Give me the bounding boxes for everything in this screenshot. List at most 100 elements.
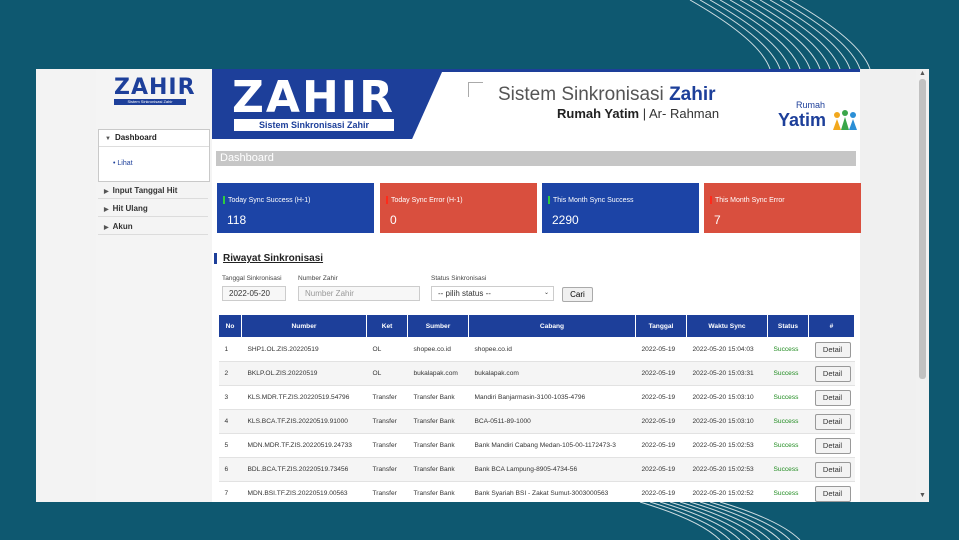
sidebar-item-input-tanggal-hit[interactable]: ▶ Input Tanggal Hit: [98, 183, 208, 199]
partner-logo-top: Rumah: [796, 100, 826, 110]
cell-cabang: Bank Mandiri Cabang Medan-105-00-1172473…: [468, 433, 636, 458]
banner-logo-panel: ZAHIR Sistem Sinkronisasi Zahir: [212, 72, 442, 139]
sync-history-table: No Number Ket Sumber Cabang Tanggal Wakt…: [218, 314, 855, 502]
detail-button[interactable]: Detail: [814, 437, 851, 454]
cell-action: Detail: [808, 385, 855, 410]
banner-title-plain: Sistem Sinkronisasi: [498, 84, 670, 105]
cell-tanggal: 2022-05-19: [635, 433, 687, 458]
status-select[interactable]: -- pilih status -- ⌄: [431, 286, 554, 301]
detail-button[interactable]: Detail: [814, 389, 851, 406]
sidebar-item-dashboard[interactable]: ▼ Dashboard: [99, 130, 209, 147]
card-value: 7: [714, 213, 721, 227]
card-value: 2290: [552, 213, 579, 227]
cell-sumber: Transfer Bank: [407, 409, 469, 434]
sidebar-item-label: Akun: [112, 222, 133, 231]
card-month-error: This Month Sync Error 7: [704, 183, 861, 233]
cell-status: Success: [767, 481, 809, 502]
banner-org-bold: Rumah Yatim: [557, 106, 640, 121]
caret-right-icon: ▶: [104, 225, 109, 231]
browser-window: ZAHIR Sistem Sinkronisasi Zahir ▼ Dashboa…: [36, 69, 929, 502]
card-label: This Month Sync Success: [553, 196, 634, 204]
cell-number: BKLP.OL.ZIS.20220519: [241, 361, 367, 386]
cell-status: Success: [767, 385, 809, 410]
table-header-row: No Number Ket Sumber Cabang Tanggal Wakt…: [218, 314, 855, 338]
col-status: Status: [767, 314, 809, 338]
card-today-success: Today Sync Success (H-1) 118: [217, 183, 374, 233]
cell-sumber: bukalapak.com: [407, 361, 469, 386]
col-waktu-sync: Waktu Sync: [686, 314, 768, 338]
cell-ket: OL: [366, 337, 408, 362]
cell-cabang: Mandiri Banjarmasin-3100-1035-4796: [468, 385, 636, 410]
card-value: 118: [227, 213, 247, 227]
cell-number: MDN.BSI.TF.ZIS.20220519.00563: [241, 481, 367, 502]
cell-status: Success: [767, 337, 809, 362]
cell-ket: Transfer: [366, 385, 408, 410]
scrollbar-thumb[interactable]: [919, 79, 926, 379]
cell-sumber: Transfer Bank: [407, 385, 469, 410]
scroll-down-icon[interactable]: ▼: [919, 492, 926, 499]
col-action: #: [808, 314, 855, 338]
date-label: Tanggal Sinkronisasi: [222, 275, 282, 282]
main-content: ZAHIR Sistem Sinkronisasi Zahir Sistem S…: [212, 69, 861, 502]
cell-waktu: 2022-05-20 15:03:10: [686, 385, 768, 410]
cell-status: Success: [767, 409, 809, 434]
sidebar-subitem-lihat[interactable]: • Lihat: [99, 147, 209, 181]
date-input[interactable]: 2022-05-20: [222, 286, 286, 301]
detail-button[interactable]: Detail: [814, 413, 851, 430]
detail-button[interactable]: Detail: [814, 485, 851, 502]
cell-tanggal: 2022-05-19: [635, 457, 687, 482]
cell-number: BDL.BCA.TF.ZIS.20220519.73456: [241, 457, 367, 482]
cell-status: Success: [767, 457, 809, 482]
cell-no: 2: [218, 361, 242, 386]
col-no: No: [218, 314, 242, 338]
sidebar-item-label: Input Tanggal Hit: [112, 186, 178, 195]
cell-action: Detail: [808, 433, 855, 458]
table-row: 2 BKLP.OL.ZIS.20220519 OL bukalapak.com buka…: [218, 361, 855, 386]
detail-button[interactable]: Detail: [814, 341, 851, 358]
card-value: 0: [390, 213, 397, 227]
cell-action: Detail: [808, 409, 855, 434]
cell-ket: Transfer: [366, 409, 408, 434]
banner-logo-title: ZAHIR: [232, 72, 396, 123]
chevron-down-icon: ⌄: [543, 290, 549, 296]
cell-tanggal: 2022-05-19: [635, 409, 687, 434]
number-label: Number Zahir: [298, 275, 338, 282]
cell-status: Success: [767, 361, 809, 386]
card-month-success: This Month Sync Success 2290: [542, 183, 699, 233]
cell-status: Success: [767, 433, 809, 458]
cell-waktu: 2022-05-20 15:03:10: [686, 409, 768, 434]
cell-no: 1: [218, 337, 242, 362]
cell-ket: Transfer: [366, 481, 408, 502]
page-scrollbar[interactable]: ▲ ▼: [916, 69, 929, 502]
cell-tanggal: 2022-05-19: [635, 337, 687, 362]
rumah-yatim-logo: Rumah Yatim: [778, 100, 858, 136]
card-label: This Month Sync Error: [715, 196, 785, 204]
caret-down-icon: ▼: [105, 136, 111, 142]
caret-right-icon: ▶: [104, 207, 109, 213]
red-indicator-icon: [386, 196, 388, 204]
sidebar-item-hit-ulang[interactable]: ▶ Hit Ulang: [98, 201, 208, 217]
sidebar-logo-title: ZAHIR: [114, 75, 196, 100]
cell-no: 6: [218, 457, 242, 482]
search-button[interactable]: Cari: [562, 287, 593, 302]
cell-ket: Transfer: [366, 433, 408, 458]
scroll-up-icon[interactable]: ▲: [919, 70, 926, 77]
sidebar-item-akun[interactable]: ▶ Akun: [98, 219, 208, 235]
card-label: Today Sync Success (H-1): [228, 196, 311, 204]
table-row: 1 SHP1.OL.ZIS.20220519 OL shopee.co.id shope…: [218, 337, 855, 362]
cell-waktu: 2022-05-20 15:04:03: [686, 337, 768, 362]
left-margin: [36, 69, 96, 502]
cell-tanggal: 2022-05-19: [635, 361, 687, 386]
table-row: 4 KLS.BCA.TF.ZIS.20220519.91000 Transfer Tr…: [218, 409, 855, 434]
detail-button[interactable]: Detail: [814, 365, 851, 382]
cell-sumber: Transfer Bank: [407, 457, 469, 482]
col-cabang: Cabang: [468, 314, 636, 338]
table-row: 6 BDL.BCA.TF.ZIS.20220519.73456 Transfer Tr…: [218, 457, 855, 482]
cell-sumber: Transfer Bank: [407, 481, 469, 502]
detail-button[interactable]: Detail: [814, 461, 851, 478]
sidebar-logo[interactable]: ZAHIR Sistem Sinkronisasi Zahir: [114, 75, 196, 105]
cell-waktu: 2022-05-20 15:02:53: [686, 433, 768, 458]
banner-org-rest: | Ar- Rahman: [639, 106, 720, 121]
banner-title-bold: Zahir: [669, 84, 716, 105]
number-input[interactable]: Number Zahir: [298, 286, 420, 301]
